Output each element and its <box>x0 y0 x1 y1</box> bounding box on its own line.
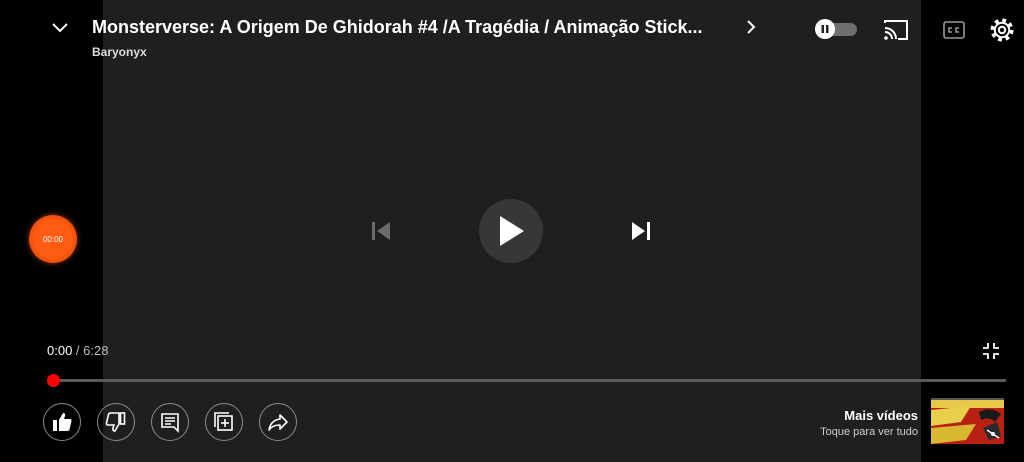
video-title: Monsterverse: A Origem De Ghidorah #4 /A… <box>92 17 703 37</box>
autoplay-toggle[interactable] <box>815 19 857 39</box>
comments-icon <box>161 413 179 433</box>
current-time: 0:00 <box>47 343 73 358</box>
cc-icon[interactable] <box>942 19 966 41</box>
chevron-right-icon <box>747 20 756 34</box>
gear-icon[interactable] <box>988 16 1016 44</box>
video-thumbnail-image <box>931 400 1004 444</box>
cast-icon[interactable] <box>882 18 910 42</box>
like-button[interactable] <box>43 403 81 441</box>
more-videos-title: Mais vídeos <box>844 408 918 423</box>
recorder-timer: 00:00 <box>34 220 72 258</box>
progress-scrubber[interactable] <box>47 374 60 387</box>
share-button[interactable] <box>259 403 297 441</box>
minimize-player-button[interactable] <box>46 16 74 40</box>
more-videos-subtitle: Toque para ver tudo <box>820 426 918 438</box>
chevron-down-icon <box>52 23 68 33</box>
like-icon <box>53 413 72 431</box>
time-separator: / <box>72 343 84 358</box>
channel-name[interactable]: Baryonyx <box>92 45 147 59</box>
play-button[interactable] <box>479 199 543 263</box>
time-display: 0:00 / 6:28 <box>47 343 108 358</box>
pause-icon <box>821 25 829 33</box>
video-duration: 6:28 <box>83 343 109 358</box>
next-icon[interactable] <box>628 219 654 243</box>
more-videos-thumbnail[interactable] <box>931 398 1004 444</box>
save-playlist-icon <box>214 412 233 431</box>
more-videos-link[interactable]: Mais vídeos Toque para ver tudo <box>790 408 918 438</box>
player-controls-overlay: Monsterverse: A Origem De Ghidorah #4 /A… <box>0 0 1024 462</box>
share-icon <box>268 414 288 431</box>
play-icon <box>500 216 524 246</box>
dislike-icon <box>105 412 126 432</box>
progress-bar[interactable] <box>54 379 1006 382</box>
exit-fullscreen-icon[interactable] <box>981 341 1001 361</box>
video-title-link[interactable]: Monsterverse: A Origem De Ghidorah #4 /A… <box>92 16 756 38</box>
comments-button[interactable] <box>151 403 189 441</box>
autoplay-knob <box>815 19 835 39</box>
dislike-button[interactable] <box>97 403 135 441</box>
save-to-playlist-button[interactable] <box>205 403 243 441</box>
previous-icon[interactable] <box>368 219 394 243</box>
screen-recorder-button[interactable]: 00:00 <box>29 215 77 263</box>
